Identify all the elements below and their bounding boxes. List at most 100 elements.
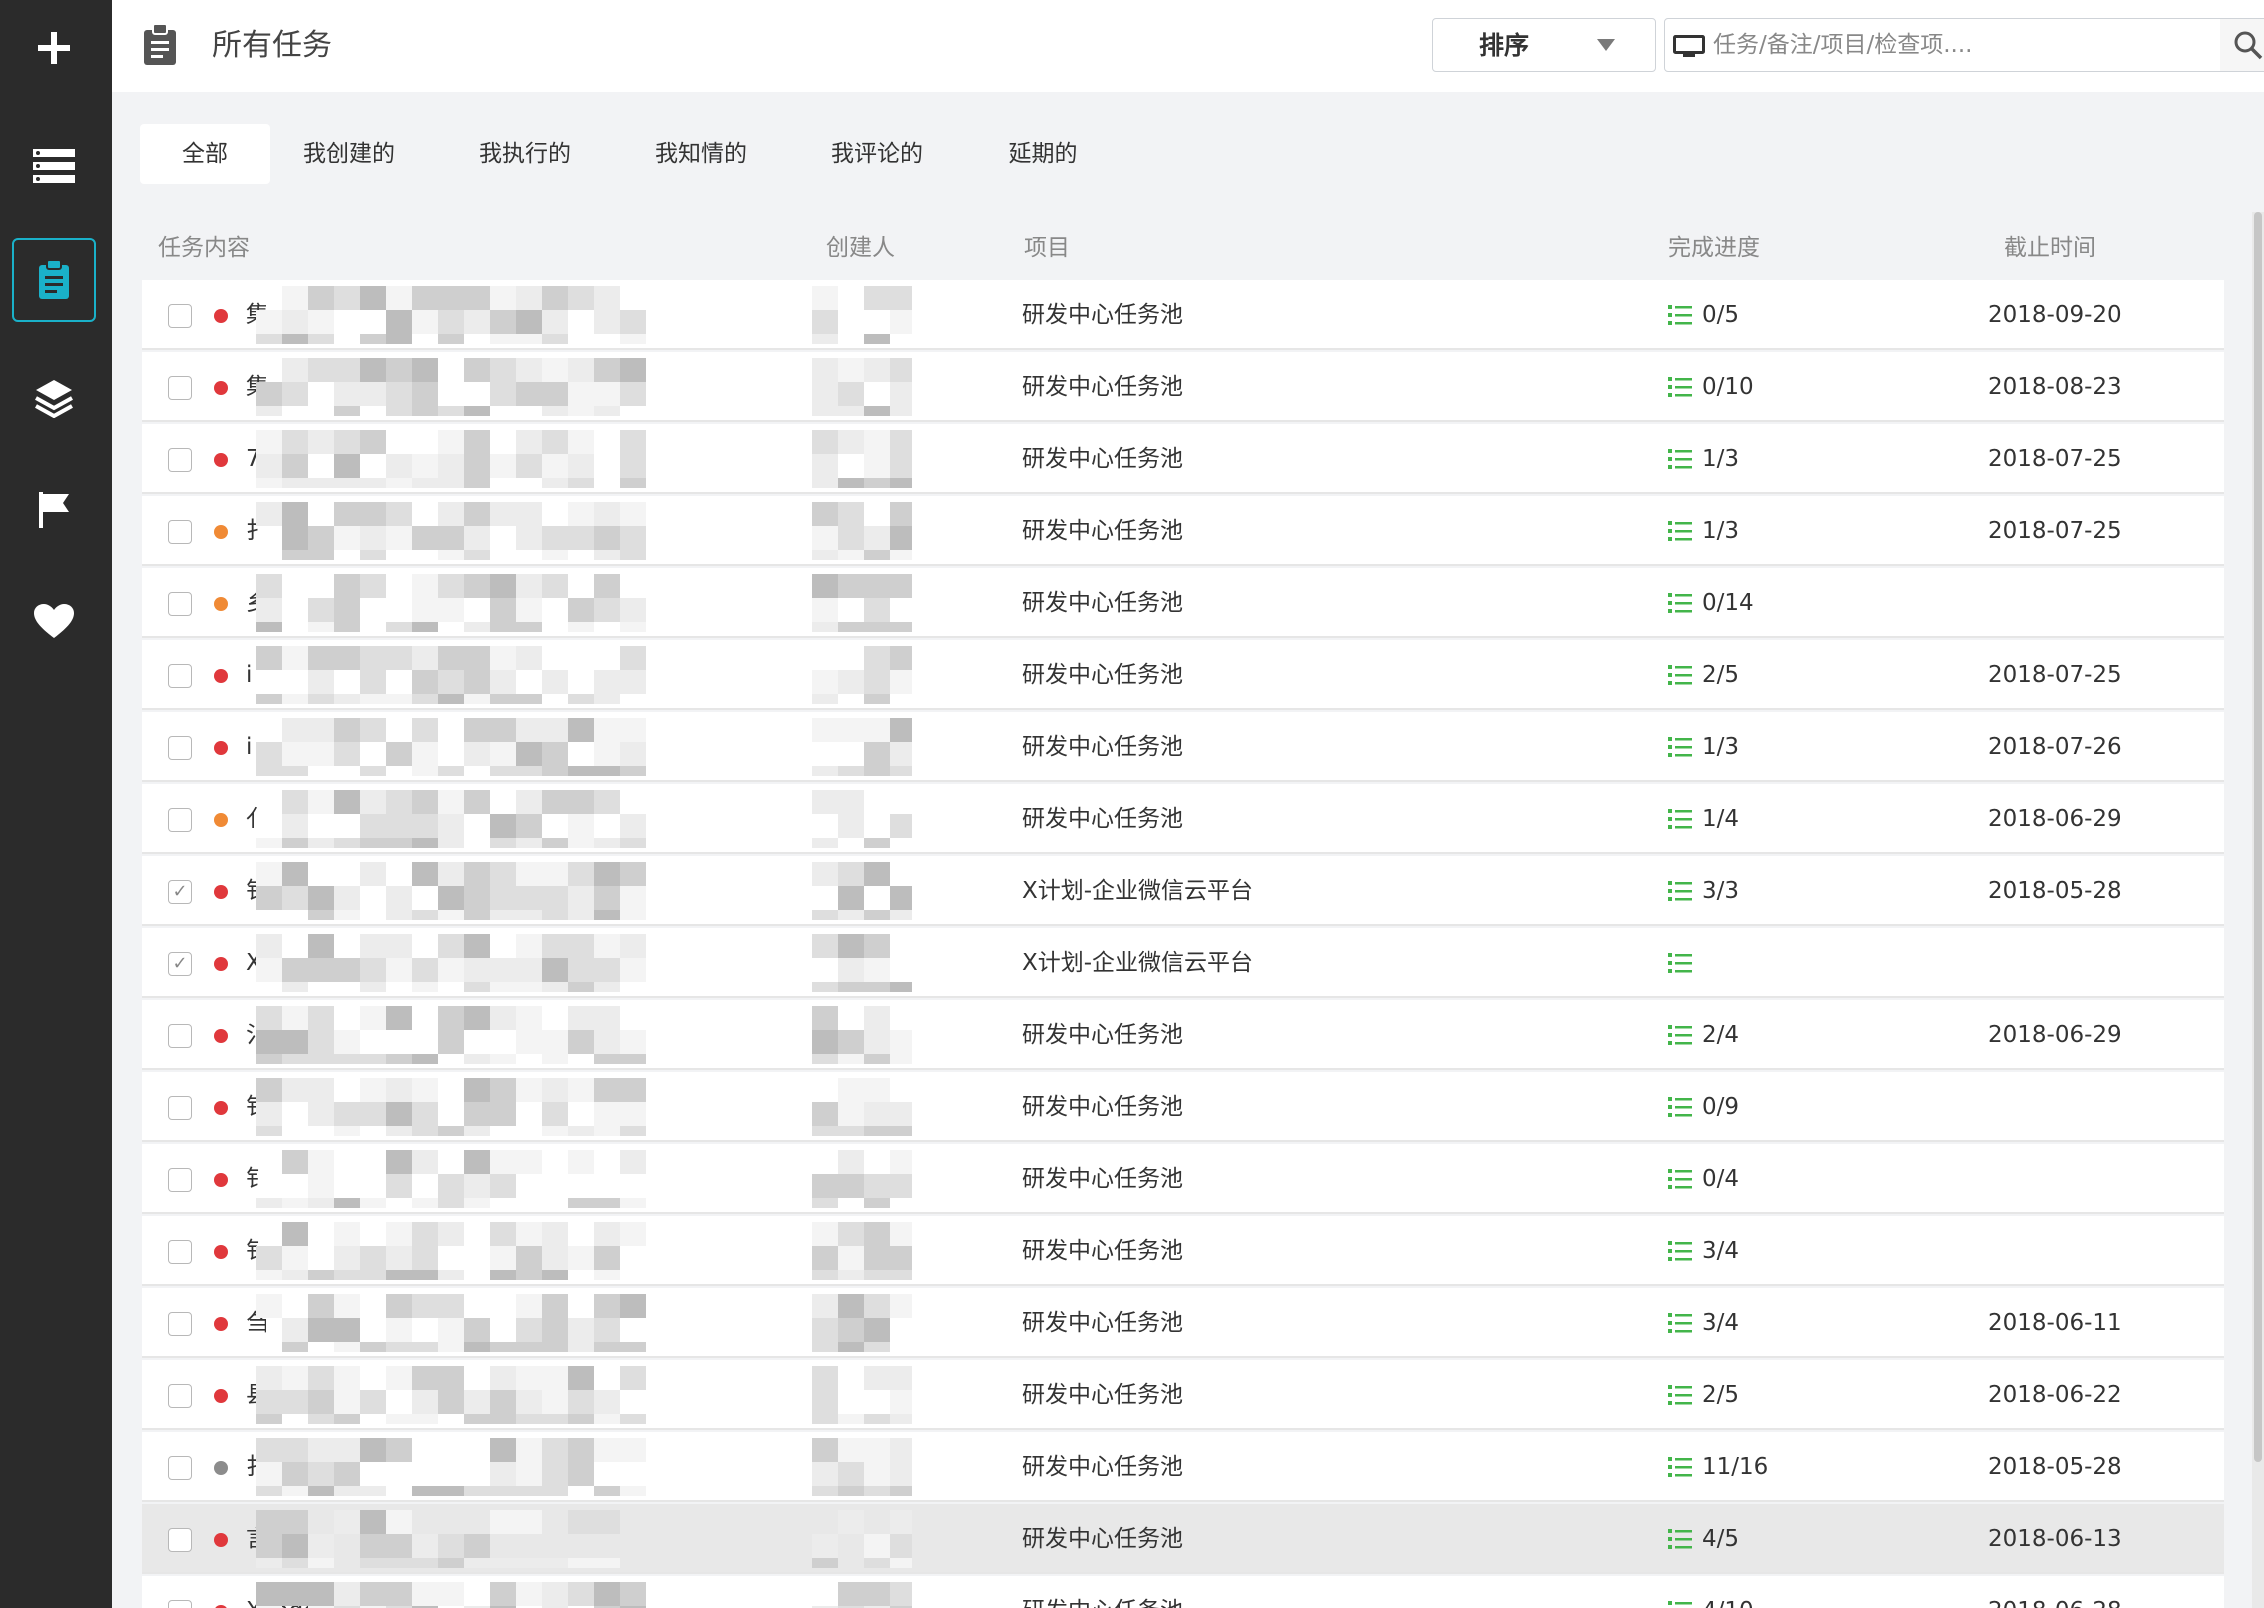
redacted-creator: [812, 1222, 912, 1280]
table-row[interactable]: 亻研发中心任务池 1/4 2018-06-29: [142, 784, 2224, 854]
scrollbar[interactable]: [2252, 212, 2264, 1608]
task-checkbox[interactable]: [168, 1168, 192, 1192]
sidebar-item-tasks[interactable]: [12, 238, 96, 322]
progress-icon: [1668, 1528, 1692, 1554]
sidebar-item-favorites[interactable]: [12, 580, 96, 664]
redacted-creator: [812, 1438, 912, 1496]
table-row[interactable]: 扌研发中心任务池 1/3 2018-07-25: [142, 496, 2224, 566]
sidebar-item-list[interactable]: [12, 124, 96, 208]
progress-icon: [1668, 952, 1692, 978]
column-header-project[interactable]: 项目: [1024, 232, 1070, 264]
table-row[interactable]: ✓ X X计划-企业微信云平台: [142, 928, 2224, 998]
progress-icon: [1668, 592, 1692, 618]
table-row[interactable]: ✓钅X计划-企业微信云平台3/32018-05-28: [142, 856, 2224, 926]
tab-followed-by-me[interactable]: 我知情的: [636, 124, 766, 184]
task-checkbox[interactable]: [168, 304, 192, 328]
task-project: 研发中心任务池: [1022, 1310, 1183, 1336]
task-checkbox[interactable]: ✓: [168, 952, 192, 976]
redacted-task-content: [256, 1366, 652, 1424]
table-row[interactable]: 7 研发中心任务池 1/3 2018-07-25: [142, 424, 2224, 494]
table-row[interactable]: 扌研发中心任务池11/162018-05-28: [142, 1432, 2224, 1502]
task-checkbox[interactable]: [168, 376, 192, 400]
column-header-deadline[interactable]: 截止时间: [2004, 232, 2096, 264]
table-row[interactable]: 集研发中心任务池0/52018-09-20: [142, 280, 2224, 350]
search-input[interactable]: [1713, 25, 2193, 65]
task-checkbox[interactable]: [168, 1312, 192, 1336]
redacted-task-content: [256, 862, 652, 920]
table-row[interactable]: 集研发中心任务池0/102018-08-23: [142, 352, 2224, 422]
priority-dot: [214, 1461, 228, 1475]
tab-assigned-to-me[interactable]: 我执行的: [460, 124, 590, 184]
task-checkbox[interactable]: [168, 592, 192, 616]
redacted-creator: [812, 646, 912, 704]
redacted-creator: [812, 790, 912, 848]
redacted-creator: [812, 358, 912, 416]
table-row[interactable]: i 研发中心任务池 1/3 2018-07-26: [142, 712, 2224, 782]
redacted-creator: [812, 1006, 912, 1064]
redacted-task-content: [256, 430, 652, 488]
task-deadline: 2018-06-22: [1988, 1382, 2122, 1408]
checklist-icon: [1668, 1025, 1692, 1045]
table-row[interactable]: 县研发中心任务池2/52018-06-22: [142, 1360, 2224, 1430]
task-checkbox[interactable]: [168, 736, 192, 760]
checklist-icon: [1668, 377, 1692, 397]
sidebar-item-milestones[interactable]: [12, 468, 96, 552]
sidebar-item-add[interactable]: [12, 6, 96, 90]
checklist-icon: [1668, 737, 1692, 757]
list-icon: [33, 149, 75, 183]
column-header-creator[interactable]: 创建人: [826, 232, 895, 264]
priority-dot: [214, 957, 228, 971]
table-row[interactable]: 钅研发中心任务池 0/4: [142, 1144, 2224, 1214]
table-row[interactable]: XPages研发中心任务池4/102018-06-28: [142, 1576, 2224, 1608]
column-header-progress[interactable]: 完成进度: [1668, 232, 1760, 264]
task-checkbox[interactable]: [168, 664, 192, 688]
tab-all[interactable]: 全部: [140, 124, 270, 184]
task-checkbox[interactable]: [168, 1024, 192, 1048]
task-checkbox[interactable]: ✓: [168, 880, 192, 904]
tab-overdue[interactable]: 延期的: [988, 124, 1098, 184]
checklist-icon: [1668, 809, 1692, 829]
table-row[interactable]: i 研发中心任务池 2/5 2018-07-25: [142, 640, 2224, 710]
task-checkbox[interactable]: [168, 1240, 192, 1264]
task-progress: 11/16: [1702, 1454, 1769, 1480]
column-header-task[interactable]: 任务内容: [158, 232, 250, 264]
task-checkbox[interactable]: [168, 808, 192, 832]
task-project: 研发中心任务池: [1022, 662, 1183, 688]
priority-dot: [214, 741, 228, 755]
task-checkbox[interactable]: [168, 1456, 192, 1480]
task-progress: 3/4: [1702, 1310, 1740, 1336]
search-button[interactable]: [2220, 18, 2264, 72]
redacted-task-content: [256, 574, 652, 632]
table-row[interactable]: 刍研发中心任务池 3/4 2018-06-11: [142, 1288, 2224, 1358]
table-row[interactable]: 钅研发中心任务池0/9: [142, 1072, 2224, 1142]
table-row[interactable]: 氵研发中心任务池2/42018-06-29: [142, 1000, 2224, 1070]
redacted-creator: [812, 862, 912, 920]
task-checkbox[interactable]: [168, 520, 192, 544]
progress-icon: [1668, 520, 1692, 546]
task-progress: 3/3: [1702, 878, 1740, 904]
task-checkbox[interactable]: [168, 1528, 192, 1552]
task-deadline: 2018-05-28: [1988, 1454, 2122, 1480]
task-project: 研发中心任务池: [1022, 1022, 1183, 1048]
task-checkbox[interactable]: [168, 1384, 192, 1408]
task-checkbox[interactable]: [168, 448, 192, 472]
task-deadline: 2018-07-25: [1988, 662, 2122, 688]
tab-created-by-me[interactable]: 我创建的: [284, 124, 414, 184]
sort-dropdown[interactable]: 排序: [1432, 18, 1656, 72]
task-checkbox[interactable]: [168, 1096, 192, 1120]
sidebar-item-layers[interactable]: [12, 356, 96, 440]
task-checkbox[interactable]: [168, 1600, 192, 1608]
redacted-task-content: [256, 1222, 652, 1280]
task-progress: 1/3: [1702, 734, 1740, 760]
checklist-icon: [1668, 1241, 1692, 1261]
layers-icon: [35, 380, 73, 418]
table-row[interactable]: 钅研发中心任务池3/4: [142, 1216, 2224, 1286]
task-project: 研发中心任务池: [1022, 734, 1183, 760]
task-deadline: 2018-06-13: [1988, 1526, 2122, 1552]
table-row[interactable]: 言研发中心任务池4/52018-06-13: [142, 1504, 2224, 1574]
table-row[interactable]: 乡研发中心任务池0/14: [142, 568, 2224, 638]
scroll-thumb[interactable]: [2254, 212, 2262, 1462]
task-project: 研发中心任务池: [1022, 446, 1183, 472]
task-deadline: 2018-05-28: [1988, 878, 2122, 904]
tab-commented-by-me[interactable]: 我评论的: [812, 124, 942, 184]
